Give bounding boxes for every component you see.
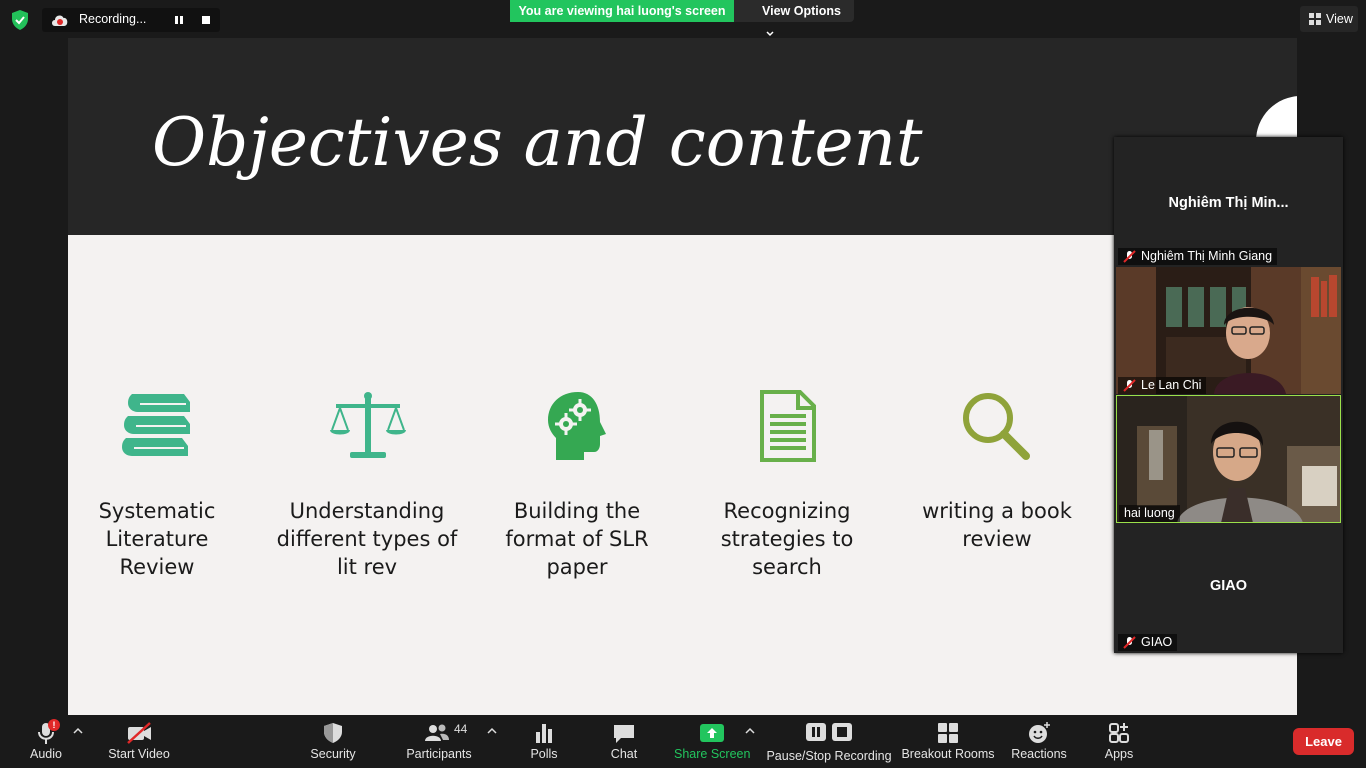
objective-label: Understanding different types of lit rev [276, 499, 458, 579]
viewing-screen-banner: You are viewing hai luong's screen [510, 0, 734, 22]
pause-stop-recording-button[interactable]: Pause/Stop Recording [766, 715, 892, 768]
pause-stop-icons [806, 723, 852, 741]
slide-title: Objectives and content [152, 104, 923, 181]
audio-options-caret-icon[interactable] [73, 727, 83, 735]
participants-video-panel: Nghiêm Thị Min... Nghiêm Thị Minh Giang … [1114, 137, 1343, 653]
mic-muted-icon [1123, 636, 1136, 649]
reactions-label: Reactions [1011, 747, 1067, 761]
view-options-button[interactable]: View Options [734, 0, 854, 36]
participant-name-label: GIAO [1118, 634, 1178, 651]
chat-bubble-icon [614, 725, 634, 743]
breakout-rooms-button[interactable]: Breakout Rooms [900, 715, 996, 768]
view-label: View [1326, 12, 1353, 26]
shared-screen-slide: Objectives and content Systematic Literat… [68, 38, 1297, 715]
participant-video [1116, 267, 1341, 394]
view-options-label: View Options [762, 4, 841, 18]
mic-muted-icon [1123, 250, 1136, 263]
audio-label: Audio [30, 747, 62, 761]
security-button[interactable]: Security [305, 715, 361, 768]
breakout-rooms-label: Breakout Rooms [901, 747, 995, 761]
scales-icon [330, 392, 406, 458]
bar-chart-icon [536, 724, 552, 743]
participants-label: Participants [406, 747, 472, 761]
participant-video-tile[interactable]: Le Lan Chi [1116, 267, 1341, 394]
mic-muted-icon [1123, 379, 1136, 392]
document-icon [760, 390, 816, 462]
participants-button[interactable]: 44 Participants [403, 715, 475, 768]
magnifier-icon [963, 393, 1030, 460]
share-screen-label: Share Screen [674, 747, 751, 761]
participant-tile[interactable]: Nghiêm Thị Min... Nghiêm Thị Minh Giang [1116, 137, 1341, 265]
objective-label: writing a book review [922, 499, 1072, 551]
stop-recording-icon[interactable] [199, 13, 213, 27]
share-screen-icon [700, 724, 724, 742]
shield-icon [324, 723, 342, 743]
objective-label: Systematic Literature Review [98, 499, 216, 579]
participant-name-label: Le Lan Chi [1118, 377, 1207, 394]
chat-label: Chat [610, 747, 638, 761]
participant-display-name: GIAO [1209, 578, 1248, 594]
cloud-recording-icon [52, 15, 68, 26]
participant-video [1117, 396, 1340, 522]
polls-button[interactable]: Polls [523, 715, 565, 768]
leave-button[interactable]: Leave [1293, 728, 1354, 755]
participant-name-label: hai luong [1119, 505, 1180, 522]
share-screen-button[interactable]: Share Screen [674, 715, 750, 768]
objective-label: Building the format of SLR paper [505, 499, 649, 579]
reactions-button[interactable]: Reactions [1008, 715, 1070, 768]
polls-label: Polls [530, 747, 558, 761]
participants-count: 44 [454, 722, 468, 736]
participants-options-caret-icon[interactable] [487, 727, 497, 735]
grid-view-icon [1309, 13, 1321, 25]
participant-name-label: Nghiêm Thị Minh Giang [1118, 248, 1278, 265]
objective-label: Recognizing strategies to search [720, 499, 854, 579]
active-speaker-video-tile[interactable]: hai luong [1116, 395, 1341, 523]
participant-display-name: Nghiêm Thị Min... [1168, 195, 1289, 211]
apps-icon [1109, 723, 1129, 743]
people-icon [425, 724, 449, 741]
chat-button[interactable]: Chat [603, 715, 645, 768]
pause-stop-recording-label: Pause/Stop Recording [766, 749, 892, 763]
audio-alert-badge: ! [48, 719, 60, 731]
apps-button[interactable]: Apps [1098, 715, 1140, 768]
meeting-toolbar: ! Audio Start Video Security 44 Particip… [0, 715, 1366, 768]
brain-gears-icon [548, 392, 606, 460]
recording-label: Recording... [79, 12, 147, 26]
security-label: Security [310, 747, 356, 761]
books-icon [122, 394, 190, 456]
participant-tile[interactable]: GIAO GIAO [1116, 525, 1341, 651]
start-video-button[interactable]: Start Video [104, 715, 174, 768]
share-options-caret-icon[interactable] [745, 727, 755, 735]
chevron-down-icon [766, 31, 774, 36]
video-off-icon [127, 722, 151, 744]
security-shield-icon[interactable] [8, 8, 32, 32]
apps-label: Apps [1104, 747, 1134, 761]
breakout-rooms-icon [938, 723, 958, 743]
audio-button[interactable]: ! Audio [20, 715, 72, 768]
smiley-plus-icon [1029, 722, 1050, 743]
start-video-label: Start Video [108, 747, 170, 761]
pause-recording-icon[interactable] [172, 13, 186, 27]
